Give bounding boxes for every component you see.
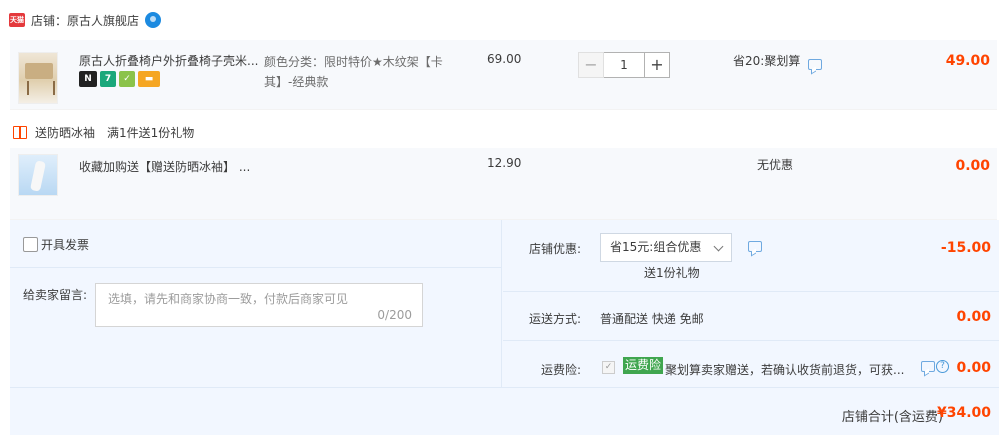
credit-card-icon: ▬ [138,71,160,87]
coupon-selected-value: 省15元:组合优惠 [610,240,702,254]
shipping-insurance-row: 运费险: ✓ 运费险 聚划算卖家赠送，若确认收货前退货，可获... ? 0.00 [503,341,999,387]
total-amount: ¥34.00 [936,405,991,421]
shipping-method: 普通配送 快递 免邮 [600,312,704,326]
order-summary: 开具发票 给卖家留言: 选填，请先和商家协商一致，付款后商家可见 0/200 店… [10,220,999,435]
coupon-dropdown[interactable]: 省15元:组合优惠 [600,233,732,262]
invoice-option[interactable]: 开具发票 [23,236,89,253]
coupon-amount: -15.00 [940,240,991,256]
message-char-count: 0/200 [377,308,412,322]
quantity-input[interactable]: 1 [604,52,644,78]
shop-header: 天猫 店铺：原古人旗舰店 [0,0,999,40]
decrease-quantity-button[interactable]: − [578,52,604,78]
gift-promotion: 送防晒冰袖 满1件送1份礼物 [13,124,194,141]
service-badges: N 7 ✓ ▬ [79,71,160,87]
gift-thumbnail[interactable] [18,154,58,196]
wangwang-chat-icon[interactable] [145,12,162,28]
price-details: 店铺优惠: 省15元:组合优惠 送1份礼物 -15.00 运送方式: 普通配送 … [503,220,999,387]
coupon-gift-text: 送1份礼物 [644,266,700,280]
seller-message-input[interactable]: 选填，请先和商家协商一致，付款后商家可见 0/200 [95,283,423,327]
gift-title[interactable]: 收藏加购送【赠送防晒冰袖】 ... [79,158,250,175]
discount-text: 省20:聚划算 [733,54,801,68]
quantity-stepper: − 1 + [578,52,670,78]
gift-label: 送防晒冰袖 [35,126,96,140]
new-badge-icon: N [79,71,97,87]
shipping-label: 运送方式: [528,312,581,326]
help-icon[interactable]: ? [936,360,949,373]
insurance-checkbox[interactable]: ✓ [602,361,615,374]
gift-discount-text: 无优惠 [757,158,794,172]
comment-icon[interactable] [808,59,822,70]
message-label: 给卖家留言: [23,288,88,302]
shop-coupon-row: 店铺优惠: 省15元:组合优惠 送1份礼物 -15.00 [503,220,999,292]
shop-total-bar: 店铺合计(含运费) ¥34.00 [10,387,999,435]
message-placeholder: 选填，请先和商家协商一致，付款后商家可见 [108,292,349,306]
insurance-description: 聚划算卖家赠送，若确认收货前退货，可获... [665,363,905,377]
product-thumbnail[interactable] [18,52,58,104]
invoice-checkbox[interactable] [23,237,38,252]
order-options: 开具发票 给卖家留言: 选填，请先和商家协商一致，付款后商家可见 0/200 [10,220,502,387]
gift-subtotal: 0.00 [955,158,990,174]
item-subtotal: 49.00 [945,53,990,69]
insurance-amount: 0.00 [956,360,991,376]
seven-day-return-icon: 7 [100,71,116,87]
product-title[interactable]: 原古人折叠椅户外折叠椅子壳米... [79,52,258,69]
shipping-amount: 0.00 [956,309,991,325]
comment-icon[interactable] [748,241,762,252]
chevron-down-icon [713,241,724,252]
product-sku: 颜色分类：限时特价★木纹架【卡其】-经典款 [264,55,443,89]
coupon-label: 店铺优惠: [528,242,581,256]
tmall-badge-icon: 天猫 [9,13,25,27]
guarantee-shield-icon: ✓ [119,71,135,87]
gift-description: 满1件送1份礼物 [107,126,195,140]
gift-price: 12.90 [487,156,522,170]
invoice-label: 开具发票 [41,238,90,252]
comment-icon[interactable] [921,361,935,372]
cart-item-chair: 原古人折叠椅户外折叠椅子壳米... N 7 ✓ ▬ 颜色分类：限时特价★木纹架【… [10,40,997,110]
increase-quantity-button[interactable]: + [644,52,670,78]
shipping-row: 运送方式: 普通配送 快递 免邮 0.00 [503,292,999,341]
unit-price: 69.00 [487,52,522,66]
gift-icon [13,126,27,139]
shop-name[interactable]: 店铺：原古人旗舰店 [31,12,139,29]
insurance-label: 运费险: [540,363,581,377]
total-label: 店铺合计(含运费) [841,410,943,425]
cart-item-gift: 收藏加购送【赠送防晒冰袖】 ... 12.90 无优惠 0.00 [10,148,997,220]
insurance-badge: 运费险 [623,357,664,374]
divider [10,267,501,268]
